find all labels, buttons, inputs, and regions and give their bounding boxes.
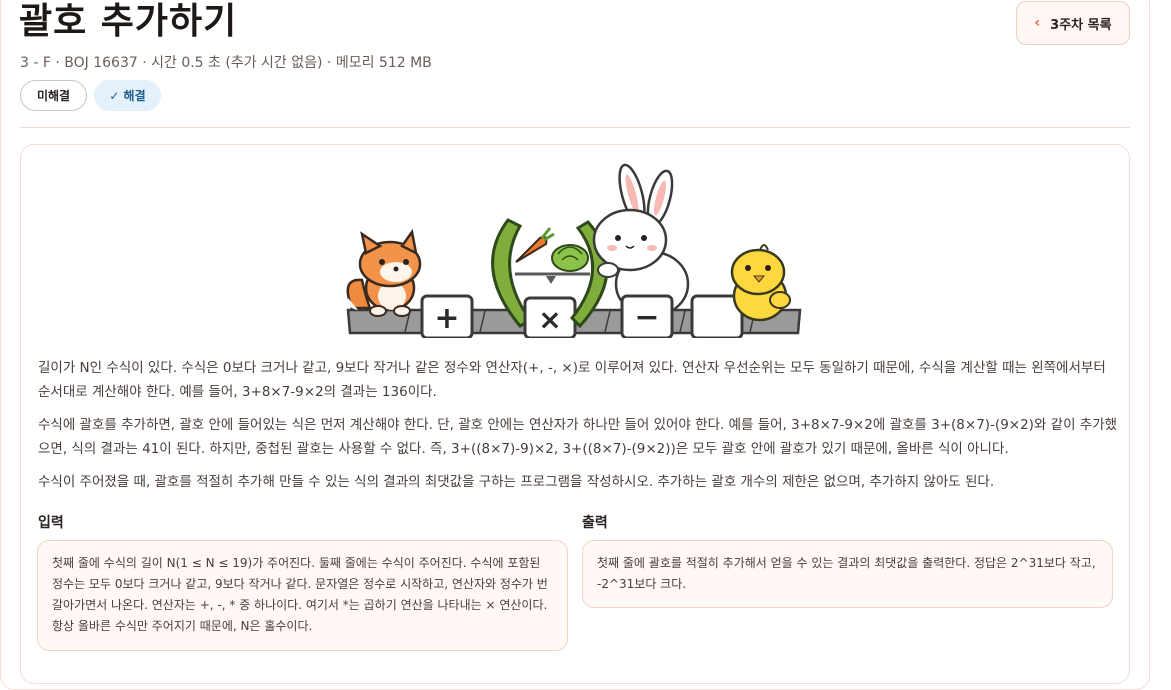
cabbage-icon [551,244,589,272]
chick-icon [730,244,791,322]
description-paragraph-1: 길이가 N인 수식이 있다. 수식은 0보다 크거나 같고, 9보다 작거나 같… [38,360,1106,400]
back-to-list-button[interactable]: ‹ 3주차 목록 [1016,1,1130,45]
scale-icon [515,272,590,284]
svg-text:+: + [434,301,459,336]
page-title: 괄호 추가하기 [19,1,238,42]
input-section-title: 입력 [38,515,64,531]
minus-tile: − [620,294,674,338]
description-paragraph-2: 수식에 괄호를 추가하면, 괄호 안에 들어있는 식은 먼저 계산해야 한다. … [38,417,1118,457]
svg-text:−: − [634,300,659,335]
svg-text:×: × [538,303,561,336]
chevron-left-icon: ‹ [1034,15,1041,31]
times-tile: × [523,296,577,338]
rabbit-icon [592,163,690,318]
plus-tile: + [420,294,474,338]
problem-meta: 3 - F · BOJ 16637 · 시간 0.5 초 (추가 시간 없음) … [20,55,432,71]
unsolved-toggle[interactable]: 미해결 [20,80,87,111]
description-paragraph-3: 수식이 주어졌을 때, 괄호를 적절히 추가해 만들 수 있는 식의 결과의 최… [38,474,995,490]
problem-illustration: + × − [346,163,802,338]
fox-icon [346,228,422,317]
input-description-box: 첫째 줄에 수식의 길이 N(1 ≤ N ≤ 19)가 주어진다. 둘째 줄에는… [37,540,568,651]
solved-toggle[interactable]: ✓ 해결 [94,80,161,111]
header-divider [20,127,1130,128]
output-description-box: 첫째 줄에 괄호를 적절히 추가해서 얻을 수 있는 결과의 최댓값을 출력한다… [582,540,1113,608]
output-section-title: 출력 [582,515,608,531]
back-to-list-label: 3주차 목록 [1050,17,1112,33]
carrot-icon [515,227,555,263]
